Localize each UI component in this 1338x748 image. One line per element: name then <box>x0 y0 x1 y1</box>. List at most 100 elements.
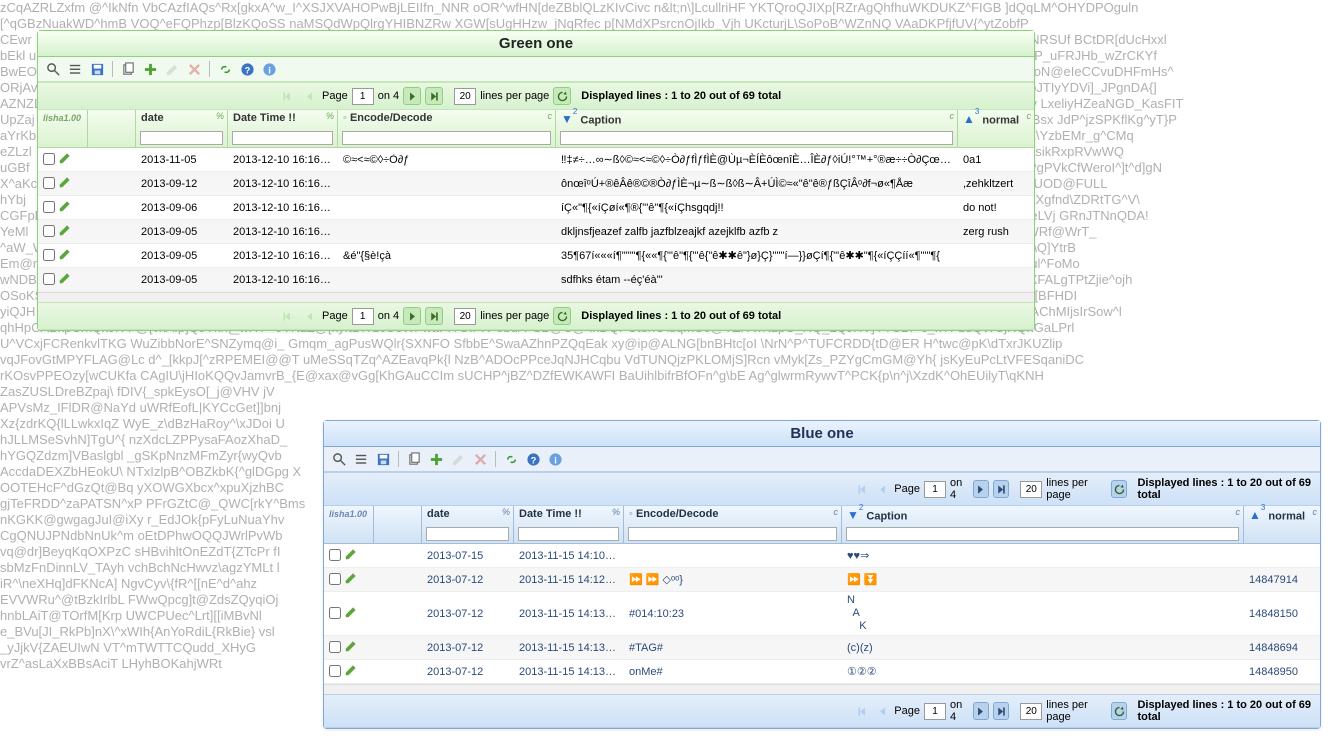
link-icon[interactable] <box>502 450 520 468</box>
edit-icon[interactable] <box>449 450 467 468</box>
lines-input[interactable] <box>454 88 476 105</box>
lines-input[interactable] <box>1020 703 1042 720</box>
add-icon[interactable] <box>427 450 445 468</box>
row-select[interactable] <box>38 151 88 168</box>
lines-input[interactable] <box>454 308 476 325</box>
row-checkbox[interactable] <box>43 177 55 189</box>
next-page-icon[interactable] <box>403 87 421 105</box>
pencil-icon[interactable] <box>58 199 72 213</box>
filter-datetime[interactable] <box>232 131 333 145</box>
first-page-icon[interactable] <box>854 480 870 498</box>
col-normal[interactable]: ▲3 normalc <box>1244 506 1320 543</box>
last-page-icon[interactable] <box>425 307 443 325</box>
info-icon[interactable]: i <box>260 60 278 78</box>
row-checkbox[interactable] <box>329 665 341 677</box>
row-select[interactable] <box>324 663 374 680</box>
filter-encode[interactable] <box>342 131 551 145</box>
refresh-icon[interactable] <box>553 307 571 325</box>
last-page-icon[interactable] <box>425 87 443 105</box>
col-encode[interactable]: ◦ Encode/Decodec <box>624 506 842 543</box>
copy-icon[interactable] <box>119 60 137 78</box>
refresh-icon[interactable] <box>553 87 571 105</box>
col-caption[interactable]: ▼2 Captionc <box>842 506 1244 543</box>
help-icon[interactable]: ? <box>238 60 256 78</box>
row-checkbox[interactable] <box>43 249 55 261</box>
list-icon[interactable] <box>352 450 370 468</box>
help-icon[interactable]: ? <box>524 450 542 468</box>
row-select[interactable] <box>38 199 88 216</box>
row-checkbox[interactable] <box>43 273 55 285</box>
pencil-icon[interactable] <box>58 175 72 189</box>
prev-page-icon[interactable] <box>300 307 318 325</box>
pencil-icon[interactable] <box>58 247 72 261</box>
row-select[interactable] <box>38 223 88 240</box>
filter-encode[interactable] <box>628 527 837 541</box>
pencil-icon[interactable] <box>344 605 358 619</box>
col-encode[interactable]: ◦ Encode/Decodec <box>338 110 556 147</box>
refresh-icon[interactable] <box>1111 702 1127 720</box>
filter-date[interactable] <box>426 527 509 541</box>
row-checkbox[interactable] <box>329 549 341 561</box>
col-datetime[interactable]: Date Time !!% <box>514 506 624 543</box>
page-input[interactable] <box>924 481 946 498</box>
col-normal[interactable]: ▲3 normalc <box>958 110 1034 147</box>
delete-icon[interactable] <box>471 450 489 468</box>
page-input[interactable] <box>924 703 946 720</box>
pencil-icon[interactable] <box>344 663 358 677</box>
edit-icon[interactable] <box>163 60 181 78</box>
row-select[interactable] <box>38 271 88 288</box>
row-checkbox[interactable] <box>329 641 341 653</box>
prev-page-icon[interactable] <box>300 87 318 105</box>
first-page-icon[interactable] <box>854 702 870 720</box>
row-select[interactable] <box>38 175 88 192</box>
h-scrollbar[interactable] <box>38 292 1034 302</box>
page-input[interactable] <box>352 308 374 325</box>
page-input[interactable] <box>352 88 374 105</box>
save-icon[interactable] <box>88 60 106 78</box>
row-checkbox[interactable] <box>43 201 55 213</box>
delete-icon[interactable] <box>185 60 203 78</box>
row-checkbox[interactable] <box>43 153 55 165</box>
copy-icon[interactable] <box>405 450 423 468</box>
next-page-icon[interactable] <box>973 702 989 720</box>
last-page-icon[interactable] <box>993 702 1009 720</box>
col-date[interactable]: date% <box>422 506 514 543</box>
row-select[interactable] <box>38 247 88 264</box>
row-select[interactable] <box>324 571 374 588</box>
save-icon[interactable] <box>374 450 392 468</box>
row-select[interactable] <box>324 605 374 622</box>
row-select[interactable] <box>324 639 374 656</box>
row-checkbox[interactable] <box>43 225 55 237</box>
filter-date[interactable] <box>140 131 223 145</box>
first-page-icon[interactable] <box>278 87 296 105</box>
col-datetime[interactable]: Date Time !!% <box>228 110 338 147</box>
col-date[interactable]: date% <box>136 110 228 147</box>
prev-page-icon[interactable] <box>874 702 890 720</box>
row-checkbox[interactable] <box>329 573 341 585</box>
lines-input[interactable] <box>1020 481 1042 498</box>
info-icon[interactable]: i <box>546 450 564 468</box>
refresh-icon[interactable] <box>1111 480 1127 498</box>
pencil-icon[interactable] <box>344 571 358 585</box>
pencil-icon[interactable] <box>58 151 72 165</box>
pencil-icon[interactable] <box>344 547 358 561</box>
next-page-icon[interactable] <box>403 307 421 325</box>
row-select[interactable] <box>324 547 374 564</box>
first-page-icon[interactable] <box>278 307 296 325</box>
h-scrollbar[interactable] <box>324 684 1320 694</box>
filter-caption[interactable] <box>846 527 1239 541</box>
row-checkbox[interactable] <box>329 607 341 619</box>
magnify-icon[interactable] <box>330 450 348 468</box>
add-icon[interactable] <box>141 60 159 78</box>
list-icon[interactable] <box>66 60 84 78</box>
prev-page-icon[interactable] <box>874 480 890 498</box>
magnify-icon[interactable] <box>44 60 62 78</box>
pencil-icon[interactable] <box>344 639 358 653</box>
col-caption[interactable]: ▼2 Captionc <box>556 110 958 147</box>
next-page-icon[interactable] <box>973 480 989 498</box>
filter-datetime[interactable] <box>518 527 619 541</box>
last-page-icon[interactable] <box>993 480 1009 498</box>
pencil-icon[interactable] <box>58 223 72 237</box>
filter-caption[interactable] <box>560 131 953 145</box>
pencil-icon[interactable] <box>58 271 72 285</box>
